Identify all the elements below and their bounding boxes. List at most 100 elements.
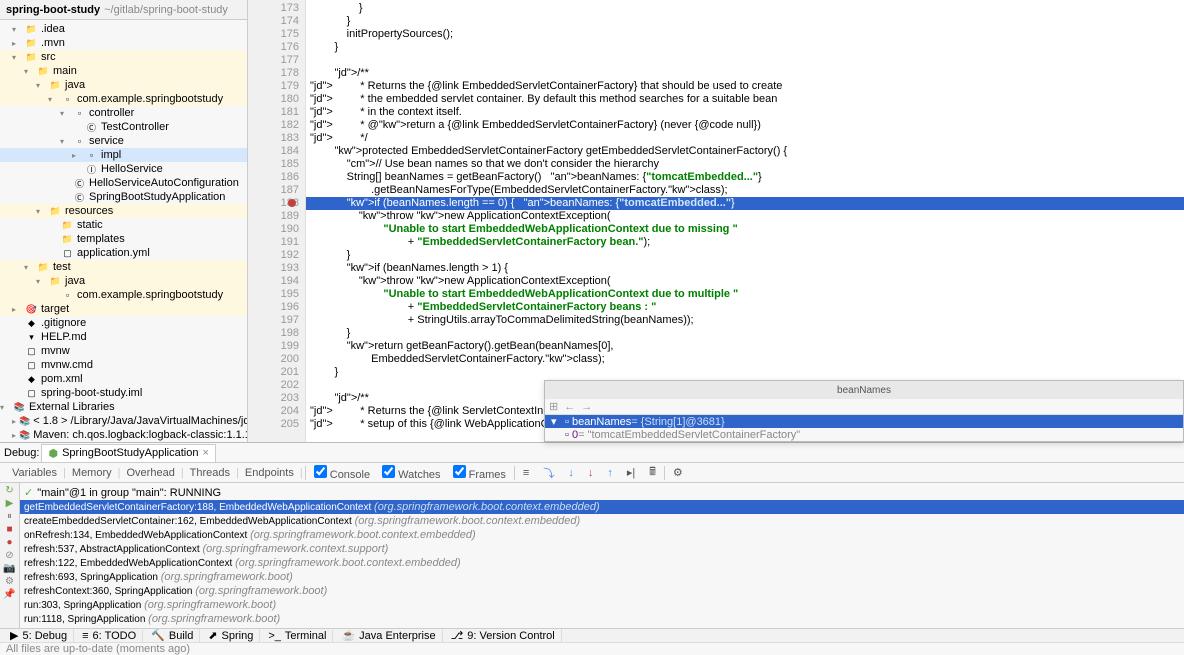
tree-item[interactable]: ▢application.yml [0, 246, 247, 260]
tree-item[interactable]: ▢mvnw [0, 344, 247, 358]
camera-icon[interactable]: 📷 [3, 563, 15, 574]
run-to-cursor-icon[interactable]: ▸| [621, 466, 641, 479]
tree-item[interactable]: ◆.gitignore [0, 316, 247, 330]
code-line[interactable]: } [306, 15, 1184, 28]
chevron-icon[interactable]: ▾ [36, 207, 46, 216]
chevron-icon[interactable]: ▸ [12, 417, 16, 426]
code-line[interactable]: } [306, 2, 1184, 15]
tree-item[interactable]: 📁templates [0, 232, 247, 246]
stack-frame[interactable]: getEmbeddedServletContainerFactory:188, … [20, 500, 1184, 514]
tree-item[interactable]: ▸📚Maven: ch.qos.logback:logback-classic:… [0, 428, 247, 442]
debug-btn-frames[interactable]: Frames [447, 469, 512, 481]
code-line[interactable]: + StringUtils.arrayToCommaDelimitedStrin… [306, 314, 1184, 327]
code-line[interactable]: "kw">throw "kw">new ApplicationContextEx… [306, 210, 1184, 223]
forward-icon[interactable]: → [581, 401, 592, 413]
var-popup-toolbar[interactable]: ⊞ ← → [545, 399, 1183, 415]
variable-row[interactable]: ▫ 0 = "tomcatEmbeddedServletContainerFac… [545, 428, 1183, 441]
tree-item[interactable]: ▾📁.idea [0, 22, 247, 36]
stop-icon[interactable]: ■ [6, 524, 12, 535]
code-line[interactable]: "Unable to start EmbeddedWebApplicationC… [306, 223, 1184, 236]
chevron-icon[interactable]: ▸ [12, 431, 16, 440]
chevron-icon[interactable]: ▾ [12, 25, 22, 34]
tree-item[interactable]: ▾HELP.md [0, 330, 247, 344]
code-line[interactable]: + "EmbeddedServletContainerFactory beans… [306, 301, 1184, 314]
tree-item[interactable]: ▢mvnw.cmd [0, 358, 247, 372]
tree-item[interactable]: ▸📁.mvn [0, 36, 247, 50]
tree-item[interactable]: ⒸHelloServiceAutoConfiguration [0, 176, 247, 190]
chevron-icon[interactable]: ▾ [0, 403, 10, 412]
stack-frame[interactable]: refreshContext:360, SpringApplication (o… [20, 584, 1184, 598]
code-line[interactable]: EmbeddedServletContainerFactory."kw">cla… [306, 353, 1184, 366]
chevron-icon[interactable]: ▾ [12, 53, 22, 62]
code-line[interactable]: "kw">return getBeanFactory().getBean(bea… [306, 340, 1184, 353]
stack-frame[interactable]: run:1118, SpringApplication (org.springf… [20, 612, 1184, 626]
stack-frame[interactable]: onRefresh:134, EmbeddedWebApplicationCon… [20, 528, 1184, 542]
chevron-icon[interactable]: ▾ [48, 95, 58, 104]
tree-item[interactable]: ▾▫controller [0, 106, 247, 120]
code-line[interactable]: "jd"> * in the context itself. [306, 106, 1184, 119]
tree-item[interactable]: ▫com.example.springbootstudy [0, 288, 247, 302]
close-icon[interactable]: × [202, 447, 208, 459]
code-line[interactable]: String[] beanNames = getBeanFactory() "a… [306, 171, 1184, 184]
debug-tab-variables[interactable]: Variables [6, 467, 63, 479]
tree-item[interactable]: ▾▫com.example.springbootstudy [0, 92, 247, 106]
pause-icon[interactable]: ⏸ [7, 511, 12, 522]
code-line[interactable]: "jd">/** [306, 67, 1184, 80]
tree-item[interactable]: ▾📁java [0, 78, 247, 92]
code-line[interactable]: initPropertySources(); [306, 28, 1184, 41]
mute-bp-icon[interactable]: ⊘ [5, 550, 13, 561]
settings-icon[interactable]: ⚙ [667, 466, 689, 479]
code-line[interactable]: "kw">if (beanNames.length > 1) { [306, 262, 1184, 275]
tree-item[interactable]: ▸📚< 1.8 > /Library/Java/JavaVirtualMachi… [0, 414, 247, 428]
chevron-icon[interactable]: ▾ [24, 67, 34, 76]
code-line[interactable]: } [306, 249, 1184, 262]
pin-icon[interactable]: 📌 [3, 589, 15, 600]
tree-item[interactable]: 📁static [0, 218, 247, 232]
stack-frame[interactable]: refresh:693, SpringApplication (org.spri… [20, 570, 1184, 584]
debug-tab-endpoints[interactable]: Endpoints [239, 467, 300, 479]
debug-btn-watches[interactable]: Watches [376, 469, 446, 481]
tree-item[interactable]: ▸▫impl [0, 148, 247, 162]
step-out-icon[interactable]: ↑ [601, 467, 619, 479]
code-line[interactable]: "jd"> * the embedded servlet container. … [306, 93, 1184, 106]
chevron-icon[interactable]: ▸ [12, 39, 22, 48]
back-icon[interactable]: ← [564, 401, 575, 413]
code-line[interactable]: } [306, 41, 1184, 54]
chevron-icon[interactable]: ▾ [60, 137, 70, 146]
code-area[interactable]: } } initPropertySources(); } "jd">/**"jd… [306, 0, 1184, 442]
tree-item[interactable]: ▾📁src [0, 50, 247, 64]
stack-frame[interactable]: refresh:537, AbstractApplicationContext … [20, 542, 1184, 556]
code-line[interactable]: "jd"> * Returns the {@link EmbeddedServl… [306, 80, 1184, 93]
tree-item[interactable]: ▾▫service [0, 134, 247, 148]
code-line[interactable]: "jd"> * @"kw">return a {@link EmbeddedSe… [306, 119, 1184, 132]
debug-tab-memory[interactable]: Memory [66, 467, 118, 479]
tree-item[interactable]: ▾📁java [0, 274, 247, 288]
debug-tab-overhead[interactable]: Overhead [121, 467, 181, 479]
tree-item[interactable]: ⒸSpringBootStudyApplication [0, 190, 247, 204]
project-tree[interactable]: ▾📁.idea▸📁.mvn▾📁src▾📁main▾📁java▾▫com.exam… [0, 20, 247, 442]
thread-header[interactable]: ✓ "main"@1 in group "main": RUNNING [20, 485, 1184, 500]
eval-icon[interactable]: 🖩 [643, 463, 662, 482]
code-line[interactable]: } [306, 327, 1184, 340]
tree-item[interactable]: ▸🎯target [0, 302, 247, 316]
stack-frame[interactable]: createEmbeddedServletContainer:162, Embe… [20, 514, 1184, 528]
variable-row[interactable]: ▾▫ beanNames = {String[1]@3681} [545, 415, 1183, 428]
code-line[interactable]: + "EmbeddedServletContainerFactory bean.… [306, 236, 1184, 249]
tree-item[interactable]: ⒾHelloService [0, 162, 247, 176]
debug-tab-threads[interactable]: Threads [184, 467, 236, 479]
chevron-icon[interactable]: ▸ [72, 151, 82, 160]
stack-frame[interactable]: run:303, SpringApplication (org.springfr… [20, 598, 1184, 612]
frames-list[interactable]: ✓ "main"@1 in group "main": RUNNING getE… [20, 483, 1184, 628]
variable-popup[interactable]: beanNames ⊞ ← → ▾▫ beanNames = {String[1… [544, 380, 1184, 442]
resume-icon[interactable]: ▶ [6, 498, 14, 509]
layout-icon[interactable]: ≡ [517, 467, 535, 479]
debug-btn-console[interactable]: Console [308, 469, 376, 481]
code-line[interactable]: "kw">protected EmbeddedServletContainerF… [306, 145, 1184, 158]
step-into-icon[interactable]: ↓ [562, 467, 580, 479]
tree-item[interactable]: ⒸTestController [0, 120, 247, 134]
force-step-icon[interactable]: ↓ [582, 467, 600, 479]
chevron-icon[interactable]: ▾ [60, 109, 70, 118]
new-watch-icon[interactable]: ⊞ [549, 400, 558, 413]
code-line[interactable]: } [306, 366, 1184, 379]
tree-item[interactable]: ▾📁main [0, 64, 247, 78]
